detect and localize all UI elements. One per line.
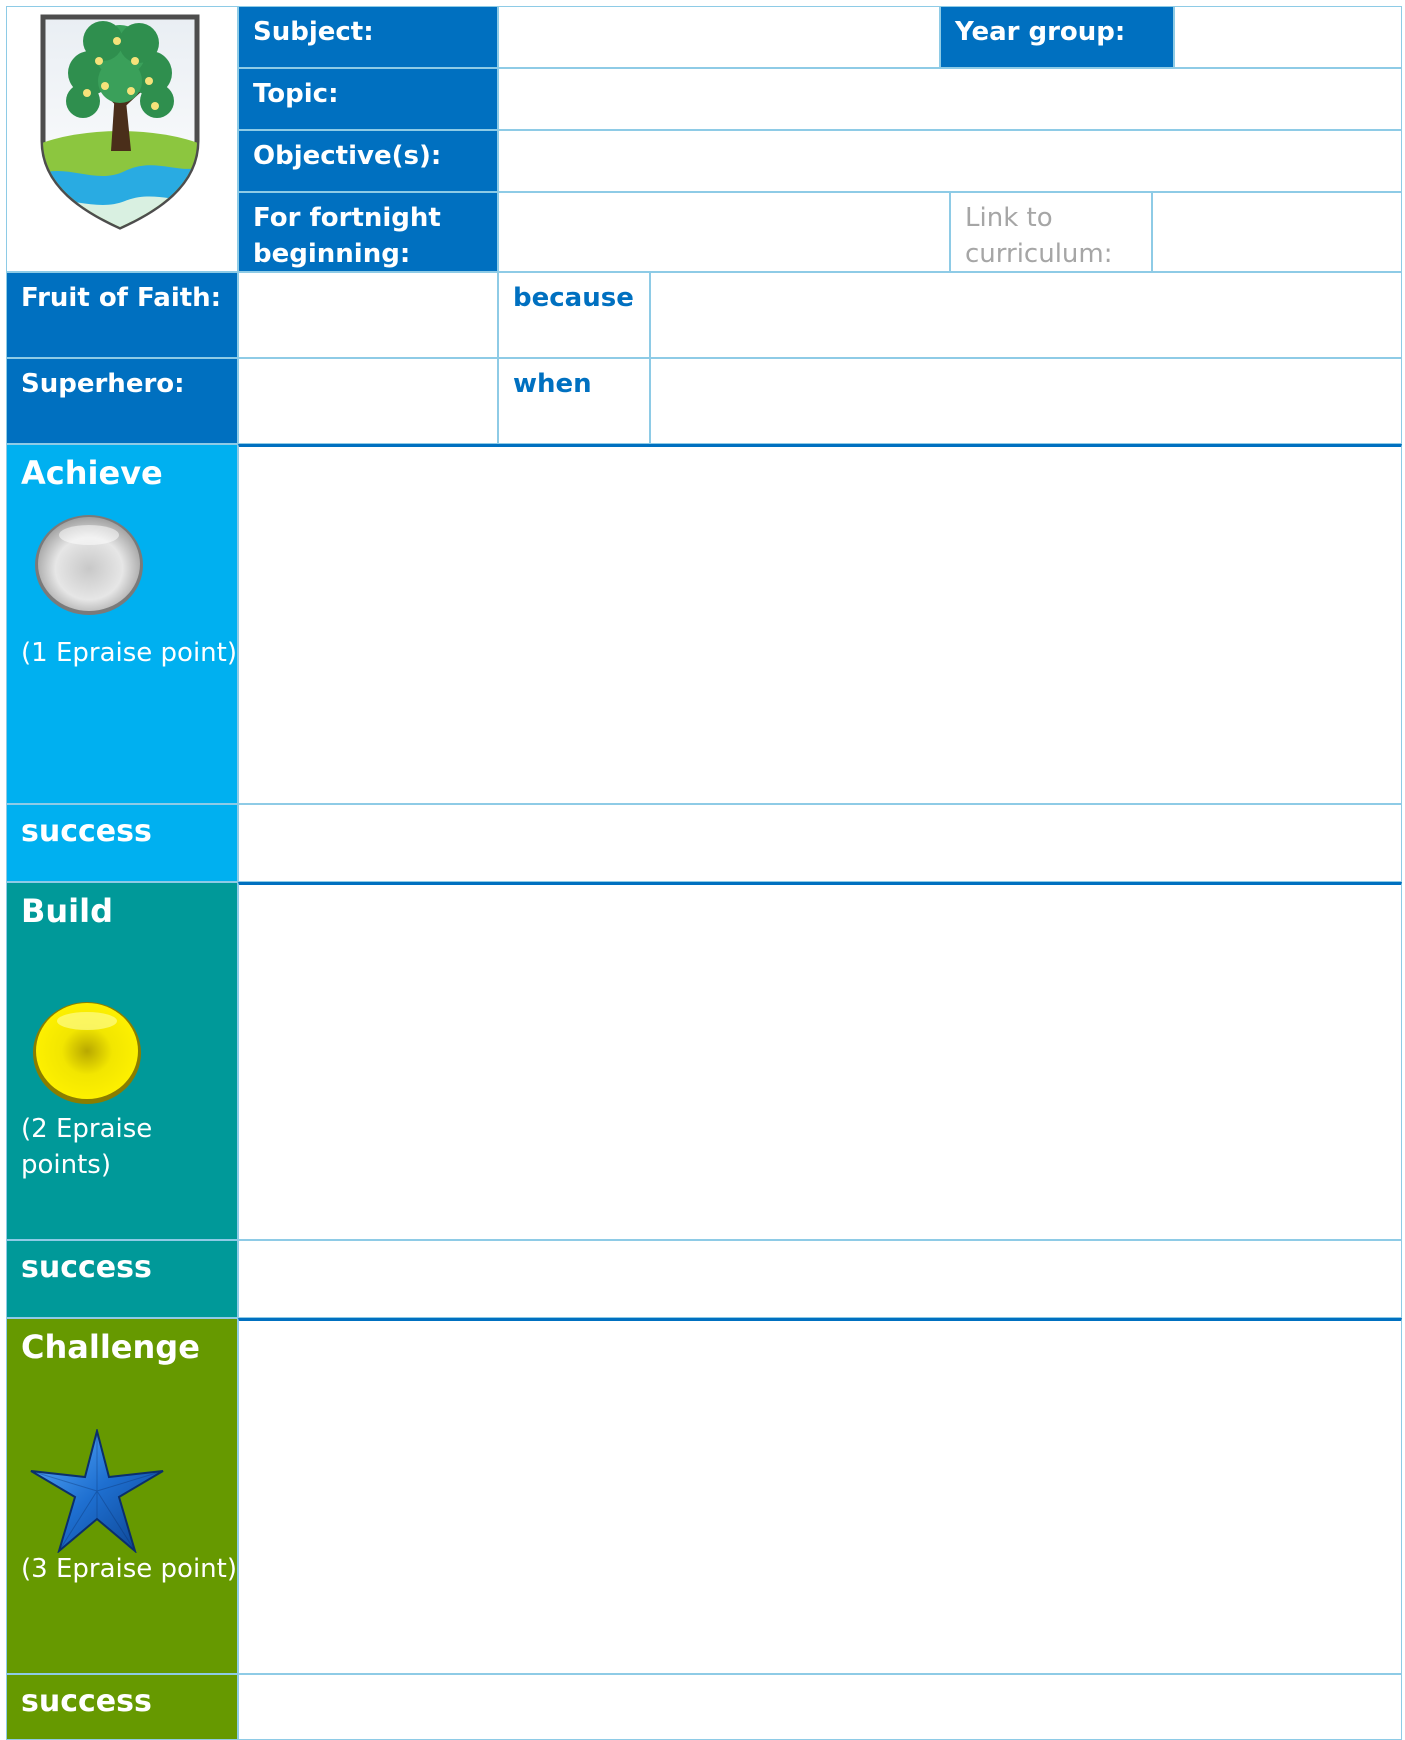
achieve-points: (1 Epraise point)	[21, 638, 237, 668]
achieve-success-field[interactable]	[238, 804, 1402, 882]
fruit-field[interactable]	[238, 272, 498, 358]
build-points-line2: points)	[21, 1150, 111, 1180]
build-points-line1: (2 Epraise	[21, 1114, 153, 1144]
build-success-field[interactable]	[238, 1240, 1402, 1318]
challenge-success-label: success	[6, 1674, 238, 1740]
build-success-label: success	[6, 1240, 238, 1318]
because-field[interactable]	[650, 272, 1402, 358]
challenge-title: Challenge	[21, 1328, 200, 1366]
challenge-content[interactable]	[238, 1318, 1402, 1674]
year-group-label: Year group:	[940, 6, 1174, 68]
fruit-label: Fruit of Faith:	[6, 272, 238, 358]
logo-cell	[6, 6, 238, 272]
lesson-plan-sheet: Subject: Year group: Topic: Objective(s)…	[6, 6, 1402, 1740]
objective-label: Objective(s):	[238, 130, 498, 192]
silver-circle-icon	[35, 515, 143, 615]
achieve-success-label: success	[6, 804, 238, 882]
build-content[interactable]	[238, 882, 1402, 1240]
challenge-points: (3 Epraise point)	[21, 1554, 237, 1584]
blue-star-icon	[30, 1429, 164, 1553]
topic-field[interactable]	[498, 68, 1402, 130]
curriculum-field[interactable]	[1152, 192, 1402, 272]
when-field[interactable]	[650, 358, 1402, 444]
year-group-field[interactable]	[1174, 6, 1402, 68]
superhero-field[interactable]	[238, 358, 498, 444]
subject-field[interactable]	[498, 6, 940, 68]
build-title: Build	[21, 892, 114, 930]
build-points: (2 Epraise points)	[21, 1111, 152, 1183]
curriculum-label: Link to curriculum:	[950, 192, 1152, 272]
curriculum-label-line2: curriculum:	[965, 239, 1113, 269]
when-label: when	[498, 358, 650, 444]
fortnight-label: For fortnight beginning:	[238, 192, 498, 272]
topic-label: Topic:	[238, 68, 498, 130]
gold-circle-icon	[33, 1002, 141, 1104]
objective-field[interactable]	[498, 130, 1402, 192]
build-label-cell: Build (2 Epraise points)	[6, 882, 238, 1240]
challenge-label-cell: Challenge (3 Epraise point)	[6, 1318, 238, 1674]
school-crest-icon	[40, 14, 200, 230]
superhero-label: Superhero:	[6, 358, 238, 444]
curriculum-label-line1: Link to	[965, 203, 1053, 233]
achieve-label-cell: Achieve (1 Epraise point)	[6, 444, 238, 804]
because-label: because	[498, 272, 650, 358]
subject-label: Subject:	[238, 6, 498, 68]
fortnight-label-line2: beginning:	[253, 239, 411, 269]
fortnight-field[interactable]	[498, 192, 950, 272]
achieve-title: Achieve	[21, 454, 163, 492]
fortnight-label-line1: For fortnight	[253, 203, 441, 233]
achieve-content[interactable]	[238, 444, 1402, 804]
challenge-success-field[interactable]	[238, 1674, 1402, 1740]
